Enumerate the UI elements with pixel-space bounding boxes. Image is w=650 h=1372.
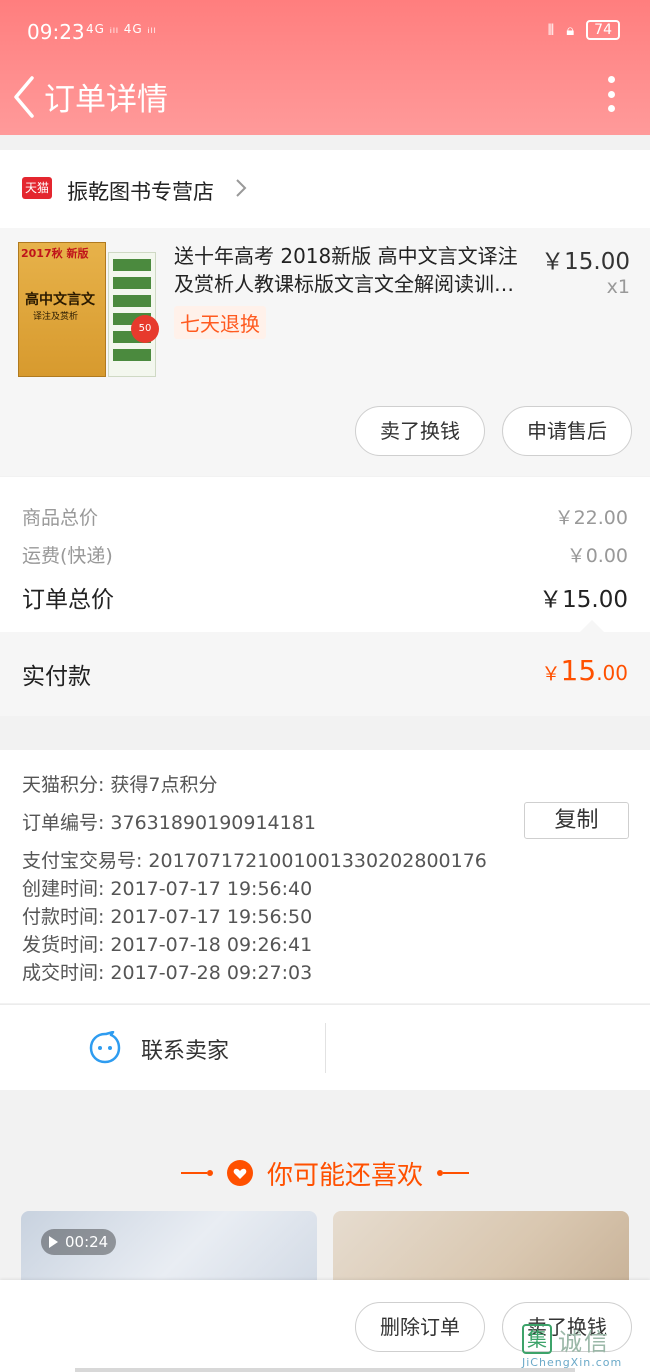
order-info: 天猫积分: 获得7点积分 订单编号: 37631890190914181 复制 支付… — [0, 750, 650, 1003]
divider-left — [180, 1170, 213, 1176]
header: 09:23 4G ᵢₗₗ 4G ᵢₗₗ ⦀ 🔒︎ 74 订单详情 — [0, 0, 650, 135]
order-number-row: 订单编号: 37631890190914181 — [22, 812, 316, 834]
back-arrow-icon[interactable] — [10, 70, 40, 120]
recommend-header: 你可能还喜欢 — [0, 1148, 650, 1198]
delete-order-button[interactable]: 删除订单 — [355, 1302, 485, 1352]
status-time: 09:23 — [27, 20, 85, 44]
product-title[interactable]: 送十年高考 2018新版 高中文言文译注 及赏析人教课标版文言文全解阅读训… — [174, 242, 530, 298]
page-title: 订单详情 — [44, 82, 168, 118]
shipped-time-row: 发货时间: 2017-07-18 09:26:41 — [22, 934, 313, 956]
price-summary: 商品总价 ￥22.00 运费(快递) ￥0.00 订单总价 ￥15.00 — [0, 477, 650, 632]
lock-icon: 🔒︎ — [566, 21, 575, 39]
heart-icon — [226, 1160, 253, 1186]
tmall-icon: 天猫 — [22, 177, 52, 199]
paid-time-row: 付款时间: 2017-07-17 19:56:50 — [22, 906, 313, 928]
product-price: ￥15.00 — [541, 249, 630, 275]
recommend-card[interactable] — [333, 1211, 629, 1291]
product-quantity: x1 — [606, 276, 630, 298]
paid-amount: ￥15.00 — [541, 654, 628, 687]
battery-icon: 74 — [586, 20, 620, 40]
sell-button[interactable]: 卖了换钱 — [355, 406, 485, 456]
bottom-action-bar: 删除订单 卖了换钱 集 诚信 JiChengXin.com — [0, 1280, 650, 1372]
order-total-row: 订单总价 ￥15.00 — [22, 587, 628, 613]
paid-amount-row: 实付款 ￥15.00 — [0, 620, 650, 716]
goods-total-row: 商品总价 ￥22.00 — [22, 507, 628, 529]
recommend-card[interactable]: 00:24 — [21, 1211, 317, 1291]
closed-time-row: 成交时间: 2017-07-28 09:27:03 — [22, 962, 313, 984]
bundle-badge: 50 — [131, 315, 159, 343]
paid-label: 实付款 — [22, 664, 91, 690]
book-cover: 2017秋 新版 高中文言文 译注及赏析 — [18, 242, 106, 377]
product-image[interactable]: 2017秋 新版 高中文言文 译注及赏析 50 — [18, 242, 159, 377]
contact-section: 联系卖家 — [0, 1004, 650, 1090]
points-row: 天猫积分: 获得7点积分 — [22, 774, 218, 796]
shop-name[interactable]: 振乾图书专营店 — [67, 176, 214, 206]
recommend-title: 你可能还喜欢 — [266, 1160, 423, 1191]
watermark-logo: 集 诚信 JiChengXin.com — [522, 1314, 642, 1370]
shop-row[interactable]: 天猫 振乾图书专营店 — [0, 150, 650, 228]
nav-bar: 订单详情 — [0, 66, 650, 135]
gesture-bar — [75, 1368, 575, 1372]
signal-icon: 4G ᵢₗₗ 4G ᵢₗₗ — [86, 22, 157, 36]
more-menu-icon[interactable] — [606, 76, 616, 112]
copy-button[interactable]: 复制 — [524, 802, 629, 839]
divider — [325, 1023, 326, 1073]
product-item[interactable]: 2017秋 新版 高中文言文 译注及赏析 50 送十年高考 2018新版 高中文… — [0, 228, 650, 476]
caret-up-icon — [580, 620, 604, 632]
book-bundle: 50 — [108, 252, 159, 377]
chevron-right-icon — [236, 179, 247, 197]
return-policy-tag: 七天退换 — [174, 306, 266, 339]
status-bar: 09:23 4G ᵢₗₗ 4G ᵢₗₗ ⦀ 🔒︎ 74 — [0, 0, 650, 66]
video-duration-badge: 00:24 — [41, 1229, 117, 1255]
created-time-row: 创建时间: 2017-07-17 19:56:40 — [22, 878, 313, 900]
shipping-row: 运费(快递) ￥0.00 — [22, 545, 628, 567]
divider-right — [437, 1170, 469, 1176]
after-sale-button[interactable]: 申请售后 — [502, 406, 632, 456]
vibrate-icon: ⦀ — [547, 21, 555, 39]
status-right: ⦀ 🔒︎ 74 — [548, 20, 620, 40]
contact-seller-button[interactable]: 联系卖家 — [0, 1005, 325, 1091]
contact-seller-label: 联系卖家 — [141, 1039, 230, 1064]
play-icon — [49, 1236, 58, 1248]
alipay-no-row: 支付宝交易号: 2017071721001001330202800176 — [22, 850, 487, 872]
chat-icon — [89, 1031, 121, 1064]
